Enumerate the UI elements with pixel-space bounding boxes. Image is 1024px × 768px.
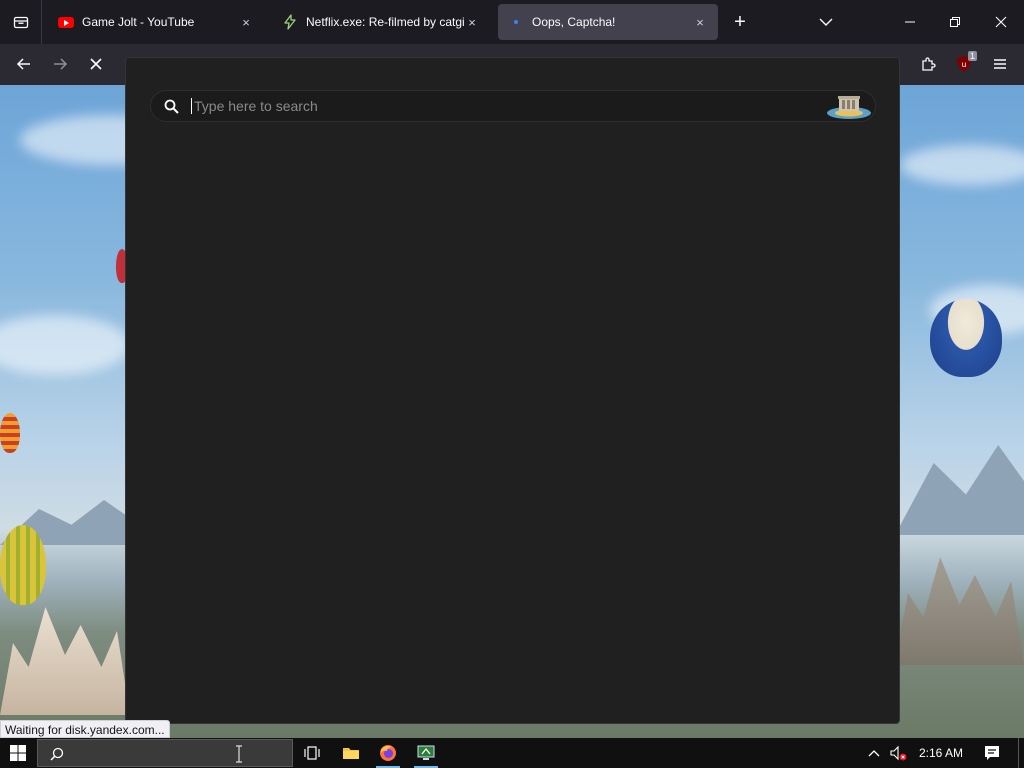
close-icon bbox=[995, 16, 1007, 28]
search-icon bbox=[50, 747, 64, 761]
tab-oops-captcha[interactable]: Oops, Captcha! × bbox=[498, 4, 718, 40]
remote-app-taskbar-button[interactable] bbox=[408, 738, 444, 768]
search-highlight-image bbox=[827, 96, 871, 119]
tab-game-jolt[interactable]: Game Jolt - YouTube × bbox=[48, 4, 264, 40]
lightning-icon bbox=[282, 14, 298, 30]
tab-title: Netflix.exe: Re-filmed by catgirl bbox=[306, 15, 464, 29]
show-desktop-button[interactable] bbox=[1018, 738, 1024, 768]
tab-close-icon[interactable]: × bbox=[692, 15, 708, 30]
chevron-down-icon bbox=[819, 18, 833, 26]
file-explorer-button[interactable] bbox=[334, 738, 368, 768]
extension-badge: 1 bbox=[967, 51, 977, 61]
taskbar: 2:16 AM bbox=[0, 738, 1024, 768]
tab-bar: Game Jolt - YouTube × Netflix.exe: Re-fi… bbox=[0, 0, 1024, 44]
tab-netflix[interactable]: Netflix.exe: Re-filmed by catgirl × bbox=[272, 4, 490, 40]
minimize-icon bbox=[905, 21, 915, 23]
search-box[interactable] bbox=[150, 90, 876, 122]
hot-air-balloon bbox=[0, 413, 20, 453]
text-cursor-icon bbox=[236, 745, 242, 763]
firefox-icon bbox=[380, 745, 396, 761]
forward-button[interactable] bbox=[44, 48, 76, 80]
extensions-button[interactable] bbox=[912, 48, 944, 80]
stop-loading-button[interactable] bbox=[80, 48, 112, 80]
start-button[interactable] bbox=[0, 738, 36, 768]
search-icon bbox=[151, 99, 191, 114]
tab-title: Oops, Captcha! bbox=[532, 15, 616, 29]
windows-logo-icon bbox=[10, 745, 26, 761]
search-input[interactable] bbox=[191, 98, 825, 114]
close-window-button[interactable] bbox=[978, 0, 1024, 44]
firefox-view-icon bbox=[13, 16, 28, 29]
hot-air-balloon bbox=[930, 299, 1002, 377]
ublock-extension-button[interactable]: u 1 bbox=[948, 48, 980, 80]
restore-icon bbox=[950, 17, 960, 27]
tab-close-icon[interactable]: × bbox=[238, 15, 254, 30]
task-view-button[interactable] bbox=[296, 738, 328, 768]
back-button[interactable] bbox=[8, 48, 40, 80]
list-all-tabs-button[interactable] bbox=[806, 0, 846, 44]
hamburger-menu-icon bbox=[994, 59, 1006, 69]
hot-air-balloon bbox=[0, 525, 46, 605]
task-view-icon bbox=[304, 746, 320, 760]
status-bar: Waiting for disk.yandex.com... bbox=[0, 720, 170, 738]
svg-text:u: u bbox=[962, 60, 966, 69]
tab-title: Game Jolt - YouTube bbox=[82, 15, 195, 29]
new-tab-button[interactable]: + bbox=[720, 0, 760, 44]
maximize-button[interactable] bbox=[933, 0, 977, 44]
firefox-view-button[interactable] bbox=[0, 0, 42, 44]
notification-icon bbox=[985, 746, 999, 760]
firefox-taskbar-button[interactable] bbox=[370, 738, 406, 768]
chevron-up-icon bbox=[868, 750, 880, 757]
stop-icon bbox=[90, 58, 102, 70]
search-flyout bbox=[125, 57, 900, 724]
back-arrow-icon bbox=[16, 58, 30, 70]
youtube-icon bbox=[58, 14, 74, 30]
speaker-muted-icon bbox=[890, 745, 907, 761]
forward-arrow-icon bbox=[54, 58, 68, 70]
minimize-button[interactable] bbox=[888, 0, 932, 44]
folder-icon bbox=[343, 748, 359, 759]
tab-close-icon[interactable]: × bbox=[464, 15, 480, 30]
show-hidden-icons-button[interactable] bbox=[864, 738, 884, 768]
loading-dot-icon bbox=[508, 14, 524, 30]
application-menu-button[interactable] bbox=[984, 48, 1016, 80]
puzzle-piece-icon bbox=[922, 57, 936, 71]
taskbar-clock[interactable]: 2:16 AM bbox=[912, 738, 970, 768]
volume-button[interactable] bbox=[886, 738, 910, 768]
taskbar-search-box[interactable] bbox=[37, 739, 293, 767]
action-center-button[interactable] bbox=[978, 738, 1006, 768]
monitor-icon bbox=[417, 745, 435, 760]
